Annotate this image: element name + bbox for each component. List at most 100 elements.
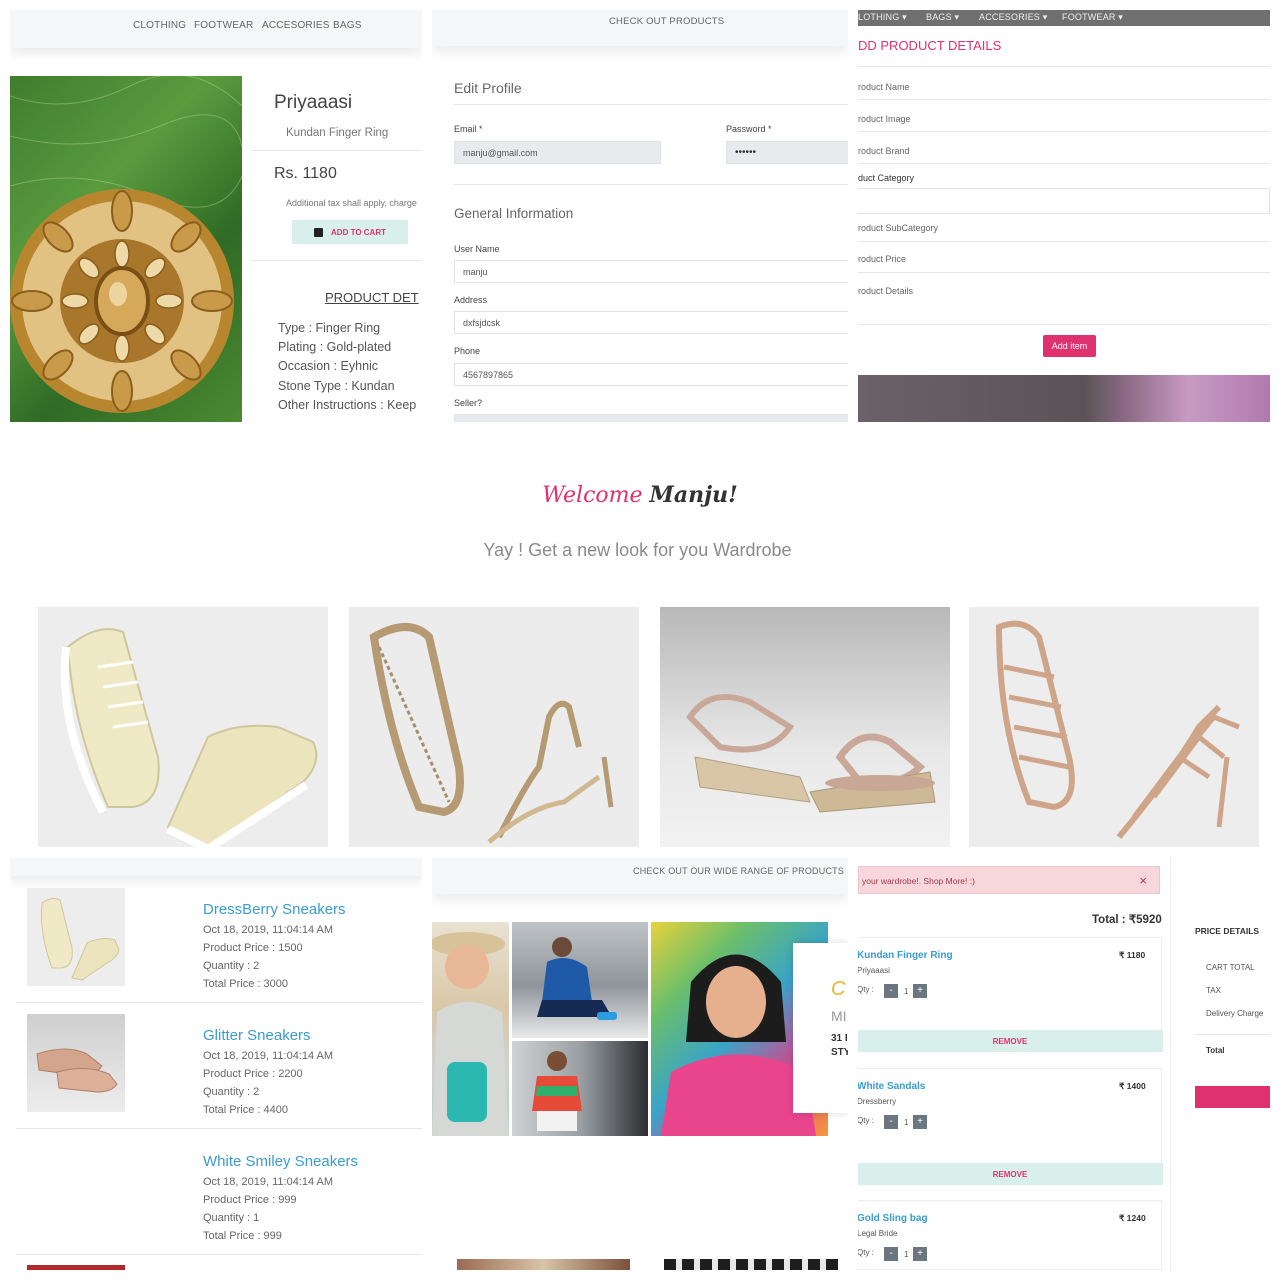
order-thumbnail xyxy=(27,888,125,986)
phone-field[interactable]: 4567897865 xyxy=(454,363,848,386)
cart-item: Gold Sling bag Legal Bride ₹ 1240 Qty : … xyxy=(858,1200,1162,1270)
order-product-name[interactable]: Glitter Sneakers xyxy=(203,1027,311,1044)
order-thumbnail xyxy=(27,1014,125,1112)
qty-value: 1 xyxy=(904,987,909,996)
order-price: Product Price : 2200 xyxy=(203,1068,303,1080)
shoe-tile-sneakers[interactable] xyxy=(38,607,328,847)
product-details-label: roduct Details xyxy=(858,286,914,296)
username-field[interactable]: manju xyxy=(454,260,848,283)
product-category-label: duct Category xyxy=(858,173,915,183)
promo-photo-sitting[interactable] xyxy=(512,922,648,1038)
nav-footwear[interactable]: FOOTWEAR xyxy=(194,20,253,31)
product-price-field[interactable] xyxy=(858,272,1270,273)
shoe-tile-heeled-sandals[interactable] xyxy=(349,607,639,847)
remove-label: REMOVE xyxy=(992,1169,1028,1179)
add-product-title: DD PRODUCT DETAILS xyxy=(858,38,1002,53)
add-item-button[interactable]: Add item xyxy=(1043,335,1096,357)
address-value: dxfsjdcsk xyxy=(463,318,501,328)
divider xyxy=(454,184,848,185)
nav-accesories[interactable]: ACCESORIES ▾ xyxy=(979,12,1047,23)
detail-occasion: Occasion : Eyhnic xyxy=(278,359,379,374)
promo-photo-colorful-man[interactable] xyxy=(512,1041,648,1136)
nav-bags[interactable]: BAGS ▾ xyxy=(926,12,959,23)
order-date: Oct 18, 2019, 11:04:14 AM xyxy=(203,1176,334,1188)
qty-increase-button[interactable]: + xyxy=(913,1115,927,1129)
divider xyxy=(454,104,848,105)
list-item[interactable]: White Smiley Sneakers Oct 18, 2019, 11:0… xyxy=(10,1130,422,1254)
phone-value: 4567897865 xyxy=(463,370,514,380)
order-total: Total Price : 4400 xyxy=(203,1104,288,1116)
sneaker-icon xyxy=(40,898,120,981)
sneaker-icon xyxy=(60,628,318,847)
delivery-charge-label: Delivery Charge xyxy=(1206,1009,1264,1018)
promo-side-card: C MI 31 I STY xyxy=(793,943,848,1113)
nav-clothing[interactable]: CLOTHING xyxy=(133,20,186,31)
email-field[interactable]: manju@gmail.com xyxy=(454,141,661,164)
side-card-text: STY xyxy=(831,1047,848,1058)
product-brand-field[interactable] xyxy=(858,163,1270,164)
detail-type: Type : Finger Ring xyxy=(278,321,381,335)
promo-photo-hat-woman[interactable] xyxy=(432,922,509,1136)
cart-item-name[interactable]: Kundan Finger Ring xyxy=(858,950,953,961)
qty-increase-button[interactable]: + xyxy=(913,984,927,998)
nav-bags[interactable]: BAGS xyxy=(333,20,362,31)
welcome-greeting: Welcome xyxy=(542,483,643,508)
price-details-card: PRICE DETAILS CART TOTAL TAX Delivery Ch… xyxy=(1170,858,1270,1270)
divider xyxy=(16,1002,422,1003)
product-name-label: roduct Name xyxy=(858,82,910,92)
product-details-field[interactable] xyxy=(858,324,1270,325)
list-item[interactable]: DressBerry Sneakers Oct 18, 2019, 11:04:… xyxy=(10,878,422,1002)
product-brand-label: roduct Brand xyxy=(858,146,910,156)
address-field[interactable]: dxfsjdcsk xyxy=(454,311,848,334)
tax-note: Additional tax shall apply, charge xyxy=(286,198,417,208)
add-product-panel: LOTHING ▾ BAGS ▾ ACCESORIES ▾ FOOTWEAR ▾… xyxy=(858,10,1270,422)
order-price: Product Price : 999 xyxy=(203,1194,297,1206)
cart-item-name[interactable]: White Sandals xyxy=(858,1081,925,1092)
username-value: manju xyxy=(463,267,488,277)
product-price-label: roduct Price xyxy=(858,254,907,264)
order-price: Product Price : 1500 xyxy=(203,942,303,954)
product-detail-panel: CLOTHING FOOTWEAR ACCESORIES BAGS Priyaa… xyxy=(10,10,422,422)
edit-profile-panel: CHECK OUT PRODUCTS Edit Profile Email * … xyxy=(432,10,848,422)
order-product-name[interactable]: DressBerry Sneakers xyxy=(203,901,346,918)
cart-alert: your wardrobe!. Shop More! :) × xyxy=(858,866,1160,894)
shoe-tile-wedges[interactable] xyxy=(660,607,950,847)
cart-item-name[interactable]: Gold Sling bag xyxy=(858,1213,928,1224)
nav-accesories[interactable]: ACCESORIES xyxy=(262,20,330,31)
order-product-name[interactable]: White Smiley Sneakers xyxy=(203,1153,358,1170)
grand-total-label: Total xyxy=(1206,1046,1225,1055)
kundan-ring-icon xyxy=(10,76,242,413)
product-name-field[interactable] xyxy=(858,99,1270,100)
ring-image xyxy=(10,76,242,422)
qty-label: Qty : xyxy=(858,1116,874,1125)
cart-item: Kundan Finger Ring Priyaaasi ₹ 1180 Qty … xyxy=(858,937,1163,1052)
phone-label: Phone xyxy=(454,346,481,356)
cart-item-price: ₹ 1240 xyxy=(1119,1213,1146,1223)
tax-label: TAX xyxy=(1206,986,1221,995)
nav-clothing[interactable]: LOTHING ▾ xyxy=(858,12,907,23)
add-to-cart-button[interactable]: ADD TO CART xyxy=(292,220,408,244)
email-label: Email * xyxy=(454,124,483,134)
welcome-heading: Welcome Manju! xyxy=(0,482,1280,508)
qty-decrease-button[interactable]: - xyxy=(884,1247,898,1261)
top-nav: LOTHING ▾ BAGS ▾ ACCESORIES ▾ FOOTWEAR ▾ xyxy=(858,10,1270,26)
wedge-sandal-icon xyxy=(686,694,936,813)
product-category-select[interactable] xyxy=(858,188,1270,214)
shoe-tile-gladiator-heels[interactable] xyxy=(969,607,1259,847)
qty-increase-button[interactable]: + xyxy=(913,1247,927,1261)
checkout-products-header: CHECK OUT PRODUCTS xyxy=(609,16,725,27)
remove-button[interactable]: REMOVE xyxy=(858,1163,1163,1185)
product-image-field[interactable] xyxy=(858,131,1270,132)
qty-decrease-button[interactable]: - xyxy=(884,984,898,998)
list-item[interactable]: Glitter Sneakers Oct 18, 2019, 11:04:14 … xyxy=(10,1004,422,1128)
close-icon[interactable]: × xyxy=(1139,873,1147,888)
remove-button[interactable]: REMOVE xyxy=(858,1030,1163,1052)
qty-decrease-button[interactable]: - xyxy=(884,1115,898,1129)
cart-item-price: ₹ 1180 xyxy=(1119,950,1146,960)
product-subcategory-field[interactable] xyxy=(858,241,1270,242)
password-field[interactable]: •••••• xyxy=(726,141,848,164)
seller-select[interactable] xyxy=(454,414,848,422)
place-order-button[interactable] xyxy=(1195,1086,1270,1108)
order-quantity: Quantity : 2 xyxy=(203,960,260,972)
nav-footwear[interactable]: FOOTWEAR ▾ xyxy=(1062,12,1123,23)
